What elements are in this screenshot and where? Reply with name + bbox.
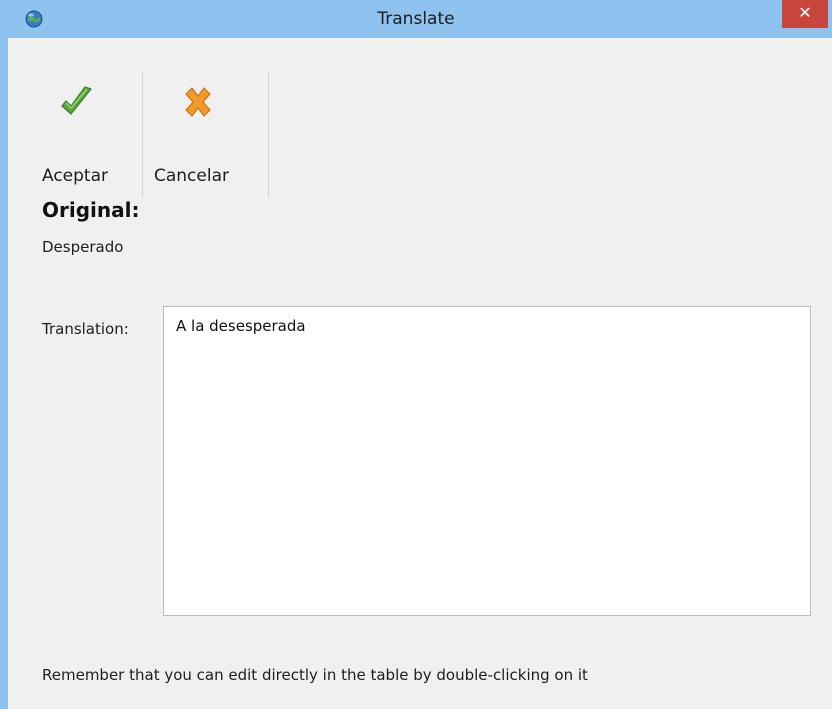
original-heading: Original:	[42, 198, 140, 222]
toolbar-separator	[142, 72, 143, 198]
window-title: Translate	[377, 9, 455, 29]
toolbar-separator	[268, 72, 269, 198]
hint-text: Remember that you can edit directly in t…	[42, 666, 588, 684]
accept-button[interactable]: Aceptar	[34, 72, 122, 198]
cancel-button[interactable]: Cancelar	[148, 72, 256, 198]
cancel-label: Cancelar	[154, 166, 229, 186]
accept-label: Aceptar	[42, 166, 108, 186]
translate-window: Translate ✕ Aceptar Cancelar Original: D…	[0, 0, 832, 709]
dialog-body: Aceptar Cancelar Original: Desperado Tra…	[8, 38, 832, 709]
original-text: Desperado	[42, 238, 124, 256]
checkmark-icon	[61, 86, 92, 115]
close-button[interactable]: ✕	[782, 0, 828, 28]
cross-icon	[185, 87, 211, 117]
translation-label: Translation:	[42, 320, 129, 338]
translation-input[interactable]: A la desesperada	[163, 306, 811, 616]
title-bar[interactable]: Translate ✕	[0, 0, 832, 38]
